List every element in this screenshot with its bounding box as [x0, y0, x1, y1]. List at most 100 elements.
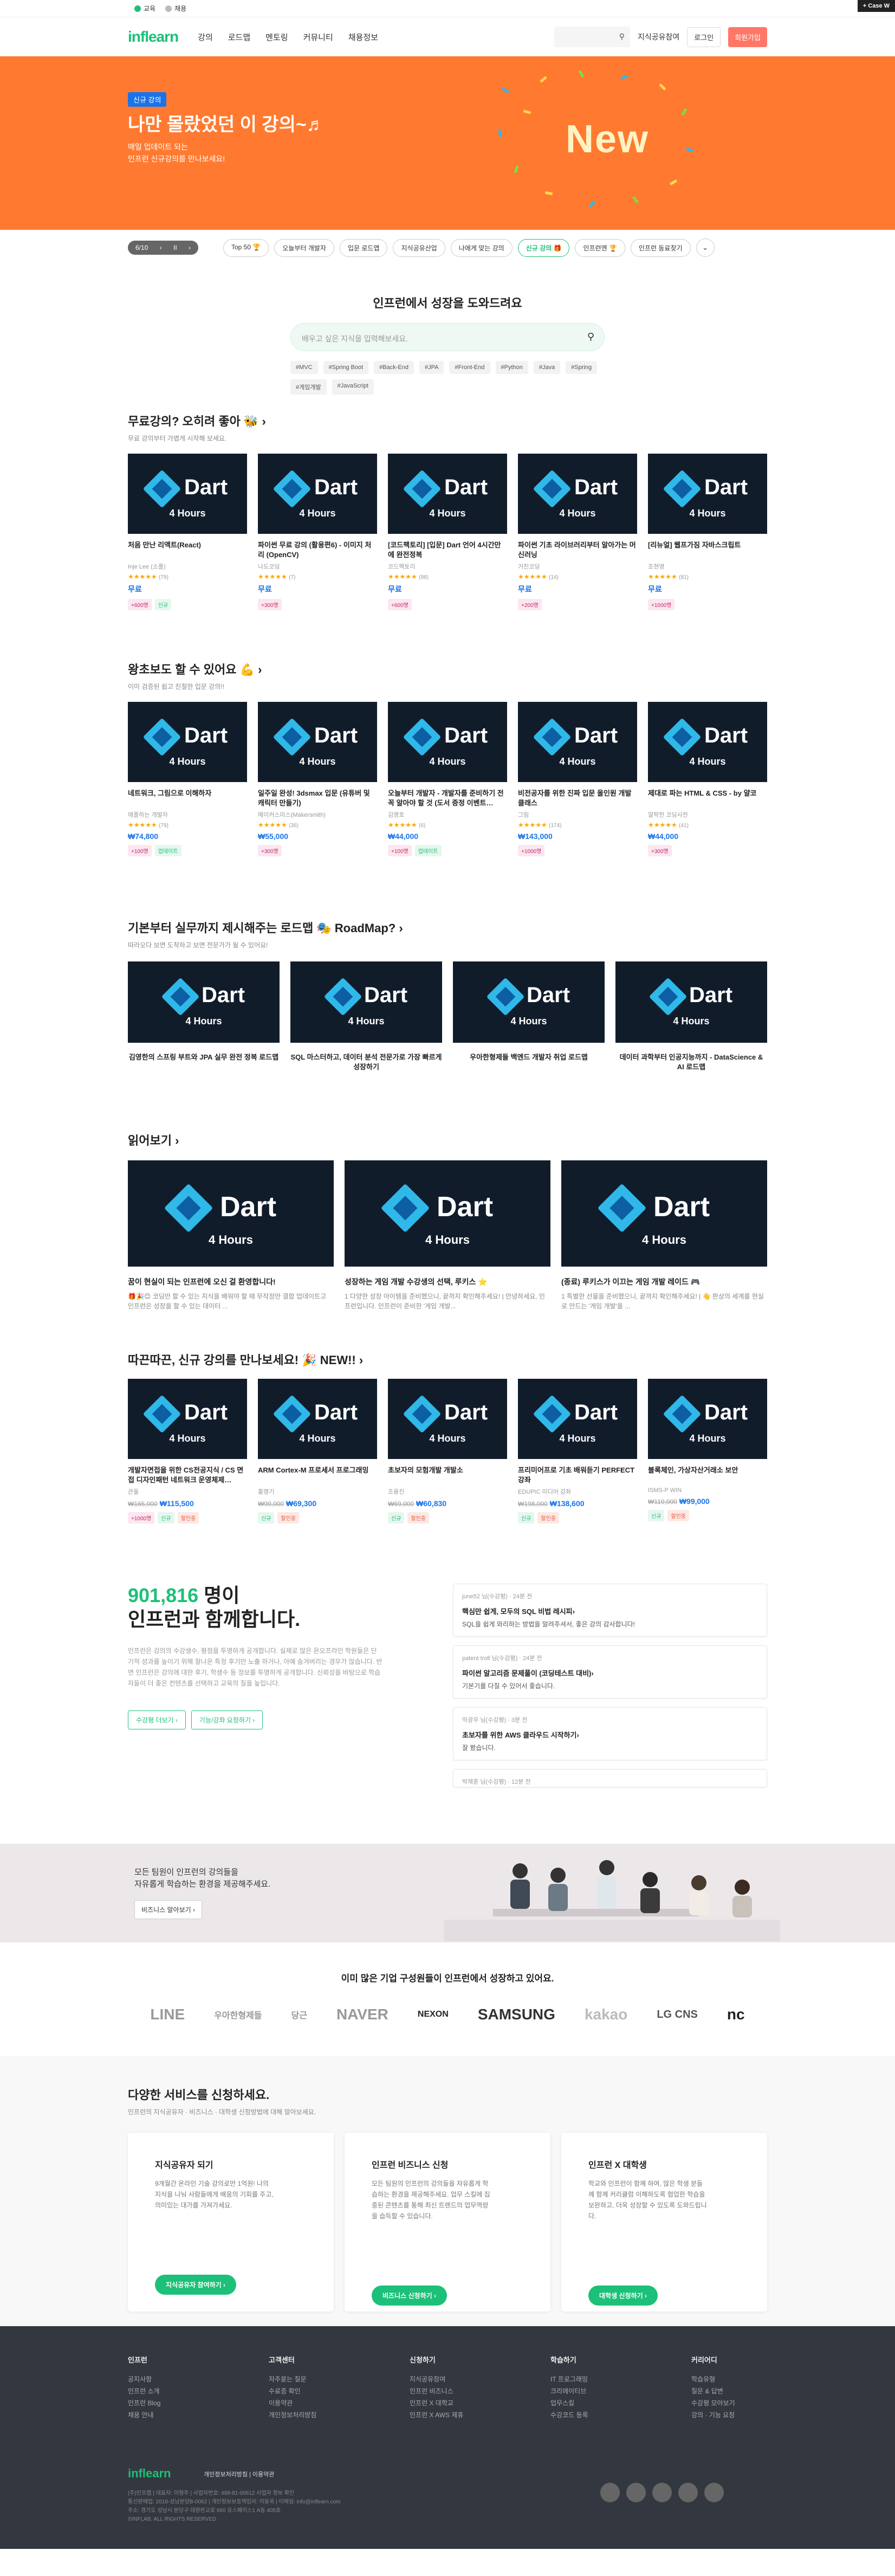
next-icon[interactable]: ›	[189, 244, 191, 251]
footer-legal-links[interactable]: 개인정보처리방침 | 이용약관	[204, 2470, 274, 2478]
section-title[interactable]: 왕초보도 할 수 있어요 💪 ›	[128, 660, 767, 677]
course-card[interactable]: Dart 4 Hours [코드팩토리] [입문] Dart 언어 4시간만에 완전…	[388, 454, 507, 610]
course-card[interactable]: Dart 4 Hours 처음 만난 리액트(React) Inje Lee (소플)…	[128, 454, 247, 610]
tab-recruit[interactable]: 채용	[165, 4, 186, 13]
section-title[interactable]: 따끈따끈, 신규 강의를 만나보세요! 🎉 NEW!! ›	[128, 1351, 767, 1368]
nav-item-mentoring[interactable]: 멘토링	[265, 31, 288, 43]
instructor-apply-button[interactable]: 지식공유자 참여하기 ›	[155, 2275, 237, 2295]
main-search-input[interactable]: 배우고 싶은 지식을 입력해보세요. ⚲	[290, 323, 605, 351]
review-card[interactable]: 박재훈 님(수강평) · 12분 전	[453, 1769, 767, 1787]
review-card[interactable]: patent troll 님(수강평) · 24분 전 파이썬 알고리즘 문제풀이…	[453, 1645, 767, 1699]
footer-link[interactable]: 개인정보처리방침	[269, 2409, 410, 2421]
chip[interactable]: Top 50 🏆	[223, 238, 269, 257]
request-button[interactable]: 기능/강좌 요청하기 ›	[191, 1710, 263, 1729]
pause-icon[interactable]: II	[173, 244, 177, 251]
footer-link[interactable]: 인프런 Blog	[128, 2397, 269, 2409]
footer-link[interactable]: 자주묻는 질문	[269, 2373, 410, 2385]
course-card[interactable]: Dart 4 Hours 개발자면접을 위한 CS전공지식 / CS 면접 디자인패…	[128, 1379, 247, 1523]
footer-link[interactable]: 채용 안내	[128, 2409, 269, 2421]
search-icon[interactable]: ⚲	[619, 32, 625, 41]
section-title[interactable]: 무료강의? 오히려 좋아 🐝 ›	[128, 412, 767, 429]
more-reviews-button[interactable]: 수강평 더보기 ›	[128, 1710, 186, 1729]
footer-link[interactable]: IT 프로그래밍	[550, 2373, 691, 2385]
course-card[interactable]: Dart 4 Hours 초보자의 모험개발 개발소 조용진 ₩69,000 ₩60,83…	[388, 1379, 507, 1523]
tab-education[interactable]: 교육	[134, 4, 155, 13]
apple-icon[interactable]	[704, 2483, 724, 2502]
chip[interactable]: 나에게 맞는 강의	[450, 238, 513, 257]
course-card[interactable]: Dart 4 Hours ARM Cortex-M 프로세서 프로그래밍 홍명기 ₩99…	[258, 1379, 377, 1523]
footer-link[interactable]: 수료증 확인	[269, 2385, 410, 2397]
youtube-icon[interactable]	[600, 2483, 620, 2502]
business-button[interactable]: 비즈니스 알아보기 ›	[134, 1900, 202, 1919]
footer-link[interactable]: 강의 · 기능 요청	[691, 2409, 832, 2421]
chip[interactable]: 인프런 동료찾기	[630, 238, 691, 257]
course-card[interactable]: Dart 4 Hours 네트워크, 그림으로 이해하자 애플하는 개발자 ★★★★★ …	[128, 702, 247, 856]
footer-link[interactable]: 지식공유참여	[410, 2373, 550, 2385]
tag[interactable]: #Python	[495, 361, 528, 374]
footer-link[interactable]: 학습유형	[691, 2373, 832, 2385]
chip-active[interactable]: 신규 강의 🎁	[517, 238, 570, 257]
chip[interactable]: 오늘부터 개발자	[274, 238, 334, 257]
blog-icon[interactable]	[652, 2483, 672, 2502]
review-card[interactable]: june52 님(수강평) · 24분 전 핵심만 쉽게, 모두의 SQL 비법 …	[453, 1584, 767, 1637]
article-card[interactable]: Dart 4 Hours 꿈이 현실이 되는 인프런에 오신 걸 환영합니다! 🎁🎉😊…	[128, 1160, 334, 1311]
facebook-icon[interactable]	[678, 2483, 698, 2502]
signup-button[interactable]: 회원가입	[728, 27, 767, 47]
hero-banner[interactable]: 신규 강의 나만 몰랐었던 이 강의~♬ 매일 업데이트 되는 인프런 신규강의를…	[0, 56, 895, 230]
footer-link[interactable]: 업무스킬	[550, 2397, 691, 2409]
course-card[interactable]: Dart 4 Hours [리뉴얼] 웹프가짐 자바스크립트 조현영 ★★★★★ (81…	[648, 454, 767, 610]
footer-link[interactable]: 인프런 X 대학교	[410, 2397, 550, 2409]
banner-pager[interactable]: 6/10 ‹ II ›	[128, 241, 198, 255]
tag[interactable]: #MVC	[290, 361, 318, 374]
section-title[interactable]: 기본부터 실무까지 제시해주는 로드맵 🎭 RoadMap? ›	[128, 919, 767, 936]
tag[interactable]: #Spring	[566, 361, 598, 374]
footer-link[interactable]: 질문 & 답변	[691, 2385, 832, 2397]
tag[interactable]: #Java	[533, 361, 561, 374]
course-card[interactable]: Dart 4 Hours 제대로 파는 HTML & CSS - by 얄코 얄팍한 …	[648, 702, 767, 856]
tag[interactable]: #JavaScript	[332, 379, 374, 395]
footer-link[interactable]: 크리에이티브	[550, 2385, 691, 2397]
footer-link[interactable]: 수강코드 등록	[550, 2409, 691, 2421]
chip[interactable]: 지식공유산업	[393, 238, 445, 257]
roadmap-card[interactable]: Dart 4 Hours 우아한형제들 백엔드 개발자 취업 로드맵	[453, 961, 605, 1072]
nav-item-community[interactable]: 커뮤니티	[303, 31, 333, 43]
course-card[interactable]: Dart 4 Hours 파이썬 기초 라이브러리부터 알아가는 머신러닝 거친코딩 ★…	[518, 454, 637, 610]
chevron-down-icon[interactable]: ⌄	[696, 238, 715, 257]
tag[interactable]: #Back-End	[374, 361, 414, 374]
logo[interactable]: inflearn	[128, 28, 179, 46]
business-apply-button[interactable]: 비즈니스 신청하기 ›	[372, 2286, 447, 2306]
course-card[interactable]: Dart 4 Hours 파이썬 무료 강의 (활용편6) - 이미지 처리 (Op…	[258, 454, 377, 610]
case-button[interactable]: + Case W	[857, 0, 895, 12]
article-card[interactable]: Dart 4 Hours 성장하는 게임 개발 수강생의 선택, 루키스 ⭐ 1 다양…	[345, 1160, 550, 1311]
chip[interactable]: 입문 로드맵	[339, 238, 388, 257]
search-icon[interactable]: ⚲	[587, 331, 594, 343]
nav-search-input[interactable]: ⚲	[554, 27, 630, 47]
course-card[interactable]: Dart 4 Hours 프리미어프로 기초 배워듣기 PERFECT 강좌 EDUP…	[518, 1379, 637, 1523]
footer-link[interactable]: 인프런 비즈니스	[410, 2385, 550, 2397]
nav-item-courses[interactable]: 강의	[198, 31, 213, 43]
course-card[interactable]: Dart 4 Hours 일주일 완성! 3dsmax 입문 (유튜버 및 캐릭터 …	[258, 702, 377, 856]
tag[interactable]: #Spring Boot	[323, 361, 369, 374]
university-apply-button[interactable]: 대학생 신청하기 ›	[588, 2286, 658, 2306]
footer-link[interactable]: 이용약관	[269, 2397, 410, 2409]
tag[interactable]: #Front-End	[449, 361, 490, 374]
chip[interactable]: 인프런엔 🏆	[575, 238, 625, 257]
article-card[interactable]: Dart 4 Hours (종료) 루키스가 이끄는 게임 개발 레이드 🎮 1 특별…	[561, 1160, 767, 1311]
review-card[interactable]: 막광우 님(수강평) · 3분 전 초보자를 위한 AWS 클라우드 시작하기› 잘…	[453, 1707, 767, 1760]
footer-link[interactable]: 인프런 소개	[128, 2385, 269, 2397]
footer-link[interactable]: 공지사항	[128, 2373, 269, 2385]
instagram-icon[interactable]	[626, 2483, 646, 2502]
tag[interactable]: #JPA	[419, 361, 444, 374]
tag[interactable]: #게임개발	[290, 379, 327, 395]
course-card[interactable]: Dart 4 Hours 블록체인, 가상자산거래소 보안 ISMS-P WIN ₩11…	[648, 1379, 767, 1523]
footer-link[interactable]: 인프런 X AWS 제휴	[410, 2409, 550, 2421]
roadmap-card[interactable]: Dart 4 Hours 데이터 과학부터 인공지능까지 - DataScience…	[615, 961, 767, 1072]
nav-item-jobs[interactable]: 채용정보	[348, 31, 378, 43]
footer-link[interactable]: 수강평 모아보기	[691, 2397, 832, 2409]
course-card[interactable]: Dart 4 Hours 오늘부터 개발자 - 개발자를 준비하기 전 꼭 알아야 …	[388, 702, 507, 856]
prev-icon[interactable]: ‹	[160, 244, 162, 251]
nav-item-roadmap[interactable]: 로드맵	[228, 31, 250, 43]
roadmap-card[interactable]: Dart 4 Hours SQL 마스터하고, 데이터 분석 전문가로 가장 빠르게…	[290, 961, 442, 1072]
section-title[interactable]: 읽어보기 ›	[128, 1131, 767, 1148]
roadmap-card[interactable]: Dart 4 Hours 김영한의 스프링 부트와 JPA 실무 완전 정복 로드맵	[128, 961, 280, 1072]
